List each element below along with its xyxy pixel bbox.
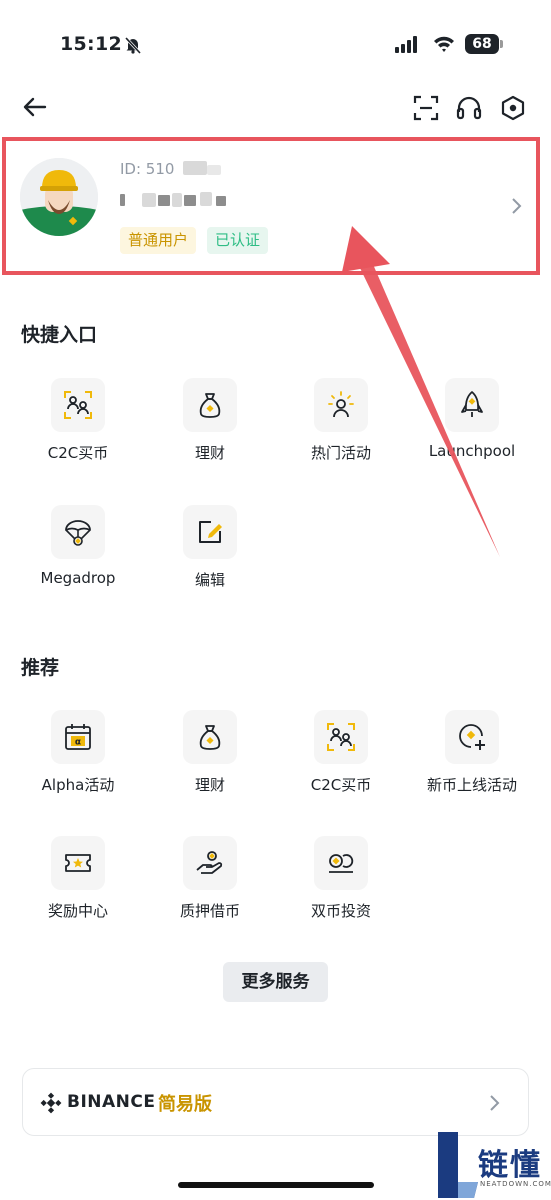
watermark-text: 链懂 (478, 1148, 542, 1183)
recommend-item-label: 奖励中心 (47, 902, 108, 920)
recommend-item-c2c[interactable]: C2C买币 (276, 710, 406, 820)
quick-item-label: Megadrop (40, 569, 116, 587)
parachute-icon (51, 505, 105, 559)
quick-item-c2c[interactable]: C2C买币 (13, 378, 143, 488)
recommend-title: 推荐 (21, 657, 60, 679)
recommend-item-new-coin[interactable]: 新币上线活动 (407, 710, 537, 820)
recommend-item-label: 新币上线活动 (426, 776, 517, 794)
c2c-users-icon (51, 378, 105, 432)
edit-icon (183, 505, 237, 559)
alpha-calendar-icon: α (51, 710, 105, 764)
money-bag-icon (183, 710, 237, 764)
quick-item-activity[interactable]: 热门活动 (276, 378, 406, 488)
recommend-item-rewards[interactable]: 奖励中心 (13, 836, 143, 946)
bell-muted-icon (124, 36, 142, 54)
more-services-button[interactable]: 更多服务 (223, 962, 328, 1002)
recommend-item-label: 双币投资 (310, 902, 371, 920)
dual-coin-icon (314, 836, 368, 890)
recommend-item-dual[interactable]: 双币投资 (276, 836, 406, 946)
recommend-item-earn[interactable]: 理财 (145, 710, 275, 820)
svg-text:α: α (75, 738, 81, 748)
profile-card-highlight[interactable] (2, 137, 540, 275)
hot-activity-icon (314, 378, 368, 432)
quick-item-label: C2C买币 (47, 444, 109, 462)
settings-hex-icon[interactable] (500, 95, 526, 121)
hand-coin-icon (183, 836, 237, 890)
quick-item-label: Launchpool (428, 442, 516, 460)
recommend-item-alpha[interactable]: α Alpha活动 (13, 710, 143, 820)
quick-item-label: 热门活动 (310, 444, 371, 462)
scan-icon[interactable] (413, 95, 439, 121)
quick-entry-title: 快捷入口 (21, 324, 98, 346)
cellular-signal-icon (395, 36, 417, 53)
quick-item-edit[interactable]: 编辑 (145, 505, 275, 615)
recommend-item-loan[interactable]: 质押借币 (145, 836, 275, 946)
money-bag-icon (183, 378, 237, 432)
recommend-item-label: 质押借币 (179, 902, 240, 920)
binance-wordmark: BINANCE (67, 1092, 156, 1112)
headset-icon[interactable] (456, 95, 482, 121)
battery-tip (500, 40, 503, 48)
ticket-star-icon (51, 836, 105, 890)
recommend-item-label: 理财 (194, 776, 225, 794)
new-coin-icon (445, 710, 499, 764)
wifi-icon (434, 36, 454, 52)
lite-mode-label: 简易版 (158, 1094, 212, 1115)
quick-item-label: 编辑 (194, 571, 225, 589)
c2c-users-icon (314, 710, 368, 764)
quick-item-launchpool[interactable]: Launchpool (407, 378, 537, 488)
quick-item-label: 理财 (194, 444, 225, 462)
quick-item-megadrop[interactable]: Megadrop (13, 505, 143, 615)
rocket-icon (445, 378, 499, 432)
quick-item-earn[interactable]: 理财 (145, 378, 275, 488)
recommend-item-label: Alpha活动 (41, 776, 115, 794)
battery-indicator: 68 (465, 34, 499, 54)
back-arrow-icon[interactable] (22, 94, 48, 120)
binance-logo-icon (40, 1092, 62, 1114)
home-indicator[interactable] (178, 1182, 374, 1188)
status-time: 15:12 (60, 33, 122, 55)
recommend-item-label: C2C买币 (310, 776, 372, 794)
chevron-right-icon[interactable] (488, 1093, 502, 1113)
watermark-subtext: NEATDOWN.COM (480, 1180, 551, 1188)
